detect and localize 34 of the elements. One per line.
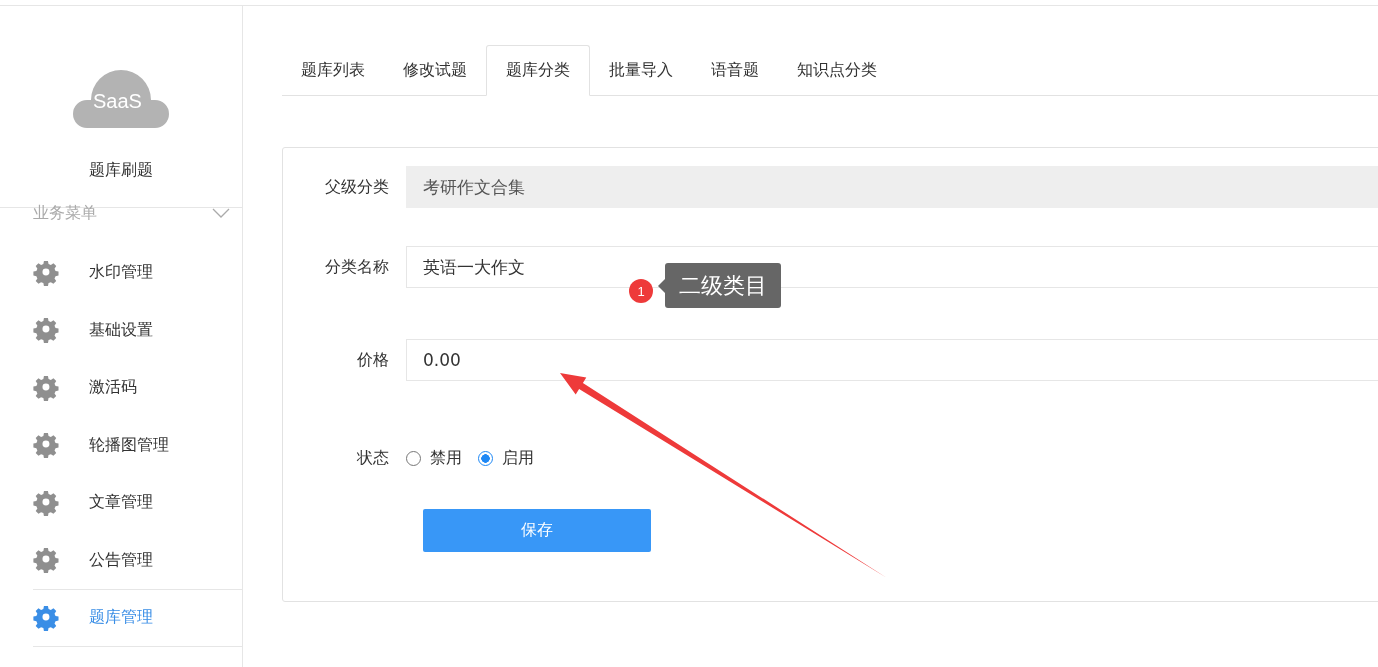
input-field[interactable]: 0.00: [406, 339, 1378, 381]
input-field[interactable]: 考研作文合集: [406, 166, 1378, 208]
sidebar-item[interactable]: 水印管理: [33, 244, 242, 302]
annotation-callout: 二级类目: [665, 263, 781, 308]
field-label: 分类名称: [324, 256, 390, 278]
logo-text: SaaS: [93, 90, 142, 113]
tab[interactable]: 修改试题: [384, 45, 486, 96]
settings-icon: [33, 317, 59, 344]
settings-icon: [33, 547, 59, 574]
menu-group-label: 业务菜单: [33, 202, 97, 224]
settings-icon: [33, 489, 59, 516]
settings-icon: [33, 432, 59, 459]
annotation-badge: 1: [629, 279, 653, 303]
field-label: 状态: [356, 447, 390, 469]
app-name: 题库刷题: [89, 160, 153, 181]
radio-option[interactable]: 启用: [478, 447, 534, 469]
sidebar-item[interactable]: 公告管理: [33, 531, 242, 589]
tab[interactable]: 题库分类: [486, 45, 590, 96]
settings-icon: [33, 374, 59, 401]
chevron-icon[interactable]: [212, 208, 230, 218]
radio-option[interactable]: 禁用: [406, 447, 462, 469]
tab[interactable]: 语音题: [692, 45, 778, 96]
tab[interactable]: 知识点分类: [778, 45, 896, 96]
field-label: 父级分类: [324, 176, 390, 198]
sidebar-item[interactable]: 文章管理: [33, 474, 242, 532]
settings-icon: [33, 604, 59, 631]
field-label: 价格: [356, 349, 390, 371]
sidebar-item[interactable]: 轮播图管理: [33, 416, 242, 474]
sidebar-item[interactable]: 题库管理: [33, 589, 242, 647]
settings-icon: [33, 259, 59, 286]
tab[interactable]: 批量导入: [590, 45, 692, 96]
sidebar-item[interactable]: 基础设置: [33, 301, 242, 359]
tab[interactable]: 题库列表: [282, 45, 384, 96]
sidebar-item[interactable]: 激活码: [33, 359, 242, 417]
